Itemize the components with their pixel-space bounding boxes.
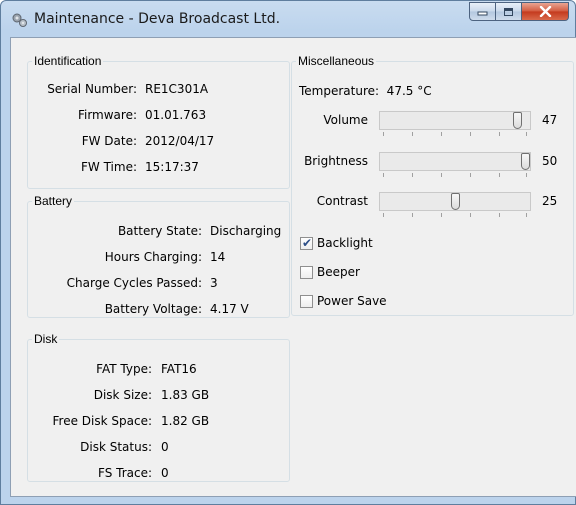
volume-label: Volume — [323, 113, 368, 127]
contrast-value: 25 — [542, 194, 558, 208]
backlight-label[interactable]: Backlight — [317, 236, 373, 250]
volume-value: 47 — [542, 113, 558, 127]
charge-cycles-value: 3 — [210, 276, 218, 290]
contrast-tick — [526, 213, 527, 217]
power-save-label[interactable]: Power Save — [317, 294, 387, 308]
disk-legend: Disk — [34, 332, 58, 346]
brightness-tick — [499, 173, 500, 177]
maximize-button[interactable] — [496, 2, 522, 21]
battery-legend: Battery — [34, 194, 73, 208]
brightness-tick — [441, 173, 442, 177]
contrast-tick — [441, 213, 442, 217]
fs-trace-value: 0 — [161, 466, 169, 480]
volume-tick — [470, 132, 471, 136]
backlight-checkbox[interactable]: ✔ — [300, 236, 313, 250]
volume-slider[interactable] — [379, 111, 531, 130]
battery-state-label: Battery State: — [117, 224, 202, 238]
brightness-tick — [383, 173, 384, 177]
hours-charging-label: Hours Charging: — [104, 250, 202, 264]
identification-legend: Identification — [34, 54, 102, 68]
caption-buttons — [469, 2, 569, 22]
volume-tick — [383, 132, 384, 136]
disk-size-label: Disk Size: — [93, 388, 152, 402]
temperature-readout: Temperature: 47.5 °C — [299, 84, 432, 98]
client-area: Identification Serial Number: RE1C301A F… — [10, 37, 576, 497]
fs-trace-label: FS Trace: — [98, 466, 152, 480]
contrast-slider-thumb[interactable] — [451, 193, 460, 210]
brightness-tick — [470, 173, 471, 177]
miscellaneous-legend: Miscellaneous — [298, 54, 375, 68]
disk-status-label: Disk Status: — [80, 440, 152, 454]
beeper-label[interactable]: Beeper — [317, 265, 360, 279]
volume-tick — [441, 132, 442, 136]
fat-type-label: FAT Type: — [96, 362, 152, 376]
fat-type-value: FAT16 — [161, 362, 197, 376]
contrast-tick — [499, 213, 500, 217]
maximize-icon — [504, 7, 513, 16]
brightness-value: 50 — [542, 154, 558, 168]
check-icon: ✔ — [302, 236, 313, 250]
minimize-button[interactable] — [469, 2, 496, 21]
volume-tick — [412, 132, 413, 136]
brightness-slider-thumb[interactable] — [521, 153, 530, 170]
free-disk-space-label: Free Disk Space: — [52, 414, 152, 428]
brightness-slider[interactable] — [379, 152, 531, 171]
contrast-slider[interactable] — [379, 192, 531, 211]
brightness-label: Brightness — [304, 154, 368, 168]
contrast-tick — [412, 213, 413, 217]
free-disk-space-value: 1.82 GB — [161, 414, 210, 428]
hours-charging-value: 14 — [210, 250, 226, 264]
disk-status-value: 0 — [161, 440, 169, 454]
close-icon — [539, 6, 551, 17]
volume-tick — [526, 132, 527, 136]
disk-size-value: 1.83 GB — [161, 388, 210, 402]
maintenance-gears-icon — [12, 13, 27, 27]
serial-number-label: Serial Number: — [47, 82, 137, 96]
fw-time-value: 15:17:37 — [145, 160, 199, 174]
beeper-checkbox[interactable]: ✔ — [300, 266, 313, 279]
charge-cycles-label: Charge Cycles Passed: — [66, 276, 202, 290]
contrast-tick — [383, 213, 384, 217]
fw-date-value: 2012/04/17 — [145, 134, 215, 148]
firmware-value: 01.01.763 — [145, 108, 207, 122]
firmware-label: Firmware: — [77, 108, 137, 122]
contrast-tick — [470, 213, 471, 217]
close-button[interactable] — [522, 2, 569, 21]
minimize-icon — [477, 11, 488, 16]
battery-state-value: Discharging — [210, 224, 282, 238]
volume-slider-thumb[interactable] — [513, 112, 522, 129]
battery-voltage-label: Battery Voltage: — [104, 302, 202, 316]
brightness-tick — [412, 173, 413, 177]
volume-tick — [499, 132, 500, 136]
serial-number-value: RE1C301A — [145, 82, 209, 96]
window-title: Maintenance - Deva Broadcast Ltd. — [34, 11, 281, 27]
fw-time-label: FW Time: — [81, 160, 137, 174]
maintenance-window: Maintenance - Deva Broadcast Ltd. Identi… — [0, 0, 576, 505]
contrast-label: Contrast — [316, 194, 368, 208]
brightness-tick — [526, 173, 527, 177]
disk-group: Disk — [27, 332, 290, 482]
battery-voltage-value: 4.17 V — [210, 302, 249, 316]
fw-date-label: FW Date: — [81, 134, 137, 148]
power-save-checkbox[interactable]: ✔ — [300, 295, 313, 308]
